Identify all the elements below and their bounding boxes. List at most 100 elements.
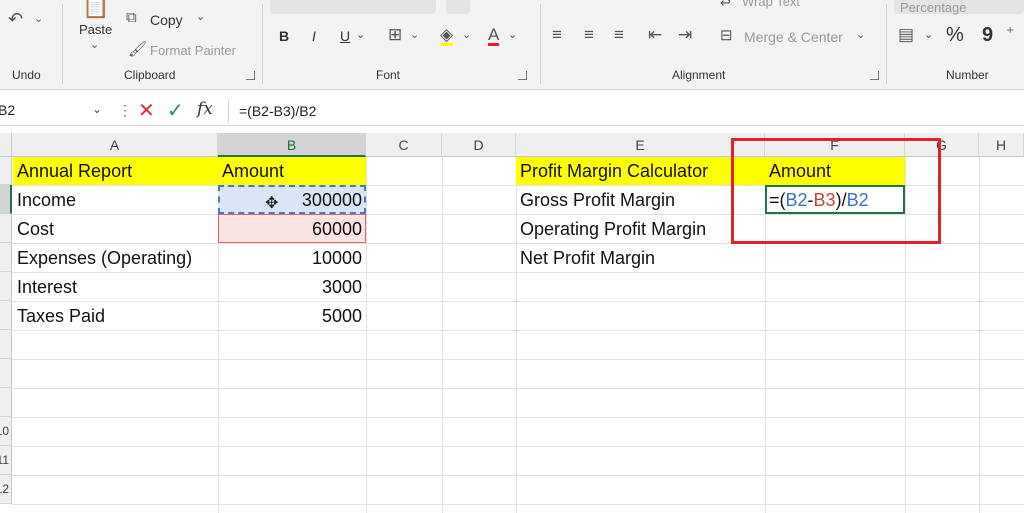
italic-button[interactable]: I bbox=[312, 28, 316, 44]
cell-b6[interactable]: 5000 bbox=[218, 302, 366, 330]
row-header[interactable]: 10 bbox=[0, 417, 12, 446]
number-group-label: Number bbox=[946, 68, 989, 82]
name-box[interactable]: B2 bbox=[0, 99, 106, 123]
wrap-text-button[interactable]: ↩ Wrap Text bbox=[720, 0, 820, 12]
row-header[interactable] bbox=[0, 243, 12, 272]
gridline bbox=[979, 157, 980, 513]
alignment-group-label: Alignment bbox=[672, 68, 726, 82]
borders-icon[interactable]: ⊞ bbox=[388, 26, 402, 43]
copy-icon: ⧉ bbox=[126, 9, 137, 26]
column-header-a[interactable]: A bbox=[12, 133, 218, 157]
gridline bbox=[12, 359, 1024, 360]
enter-check-icon[interactable]: ✓ bbox=[167, 98, 184, 123]
cell-e2[interactable]: Gross Profit Margin bbox=[516, 186, 765, 214]
row-header[interactable] bbox=[0, 301, 12, 330]
paste-dropdown-icon: ⌄ bbox=[90, 39, 100, 51]
select-all-corner[interactable] bbox=[0, 133, 12, 157]
align-right-icon[interactable]: ≡ bbox=[614, 26, 624, 43]
name-box-chevron-down-icon[interactable]: ⌄ bbox=[92, 102, 102, 116]
undo-icon[interactable]: ↶ bbox=[8, 10, 23, 28]
cell-b3[interactable]: 60000 bbox=[218, 215, 366, 243]
cell-e1[interactable]: Profit Margin Calculator bbox=[516, 157, 765, 185]
copy-button[interactable]: ⧉ Copy ⌄ bbox=[126, 8, 216, 30]
merge-center-dropdown-icon: ⌄ bbox=[856, 29, 866, 41]
wrap-text-label: Wrap Text bbox=[742, 0, 801, 9]
row-header[interactable] bbox=[0, 214, 12, 243]
row-header[interactable] bbox=[0, 359, 12, 388]
percent-style-button[interactable]: % bbox=[946, 24, 964, 47]
gridline bbox=[12, 417, 1024, 418]
clipboard-launcher-icon[interactable] bbox=[246, 71, 255, 80]
cell-a4[interactable]: Expenses (Operating) bbox=[13, 244, 218, 272]
group-separator bbox=[62, 4, 63, 84]
column-header-d[interactable]: D bbox=[442, 133, 516, 157]
fill-color-dropdown-icon[interactable]: ⌄ bbox=[462, 30, 471, 41]
column-header-b[interactable]: B bbox=[218, 133, 366, 157]
column-header-h[interactable]: H bbox=[979, 133, 1024, 157]
cell-e4[interactable]: Net Profit Margin bbox=[516, 244, 765, 272]
row-number: 12 bbox=[0, 482, 9, 496]
align-center-icon[interactable]: ≡ bbox=[584, 26, 594, 43]
row-number: 10 bbox=[0, 424, 9, 438]
clipboard-group-label: Clipboard bbox=[124, 68, 176, 82]
cell-a3[interactable]: Cost bbox=[13, 215, 218, 243]
font-launcher-icon[interactable] bbox=[518, 71, 527, 80]
bold-button[interactable]: B bbox=[279, 28, 289, 44]
gridline bbox=[442, 157, 443, 513]
paste-button[interactable]: 📋 Paste ⌄ bbox=[72, 0, 120, 60]
gridline bbox=[12, 475, 1024, 476]
undo-dropdown-icon[interactable]: ⌄ bbox=[34, 14, 43, 25]
ribbon: ↶ ⌄ Undo 📋 Paste ⌄ ⧉ Copy ⌄ 🖌 Format Pai… bbox=[0, 0, 1024, 90]
cell-a6[interactable]: Taxes Paid bbox=[13, 302, 218, 330]
copy-dropdown-icon: ⌄ bbox=[196, 11, 206, 23]
insert-function-icon[interactable]: fx bbox=[197, 99, 213, 119]
increase-decimal-icon[interactable]: ⁺ bbox=[1006, 26, 1014, 42]
cell-a2[interactable]: Income bbox=[13, 186, 218, 214]
format-painter-button[interactable]: 🖌 Format Painter bbox=[126, 40, 256, 62]
decrease-indent-icon[interactable]: ⇤ bbox=[648, 26, 662, 43]
cancel-icon[interactable]: ✕ bbox=[138, 98, 155, 123]
undo-group-label: Undo bbox=[12, 68, 41, 82]
formula-input[interactable]: =(B2-B3)/B2 bbox=[228, 99, 1024, 123]
increase-indent-icon[interactable]: ⇥ bbox=[678, 26, 692, 43]
align-left-icon[interactable]: ≡ bbox=[552, 26, 562, 43]
font-size-box[interactable] bbox=[446, 0, 470, 14]
gridline bbox=[12, 446, 1024, 447]
row-header[interactable] bbox=[0, 388, 12, 417]
cell-a5[interactable]: Interest bbox=[13, 273, 218, 301]
accounting-format-icon[interactable]: ▤ bbox=[898, 26, 914, 43]
row-header[interactable]: 12 bbox=[0, 475, 12, 504]
column-header-e[interactable]: E bbox=[516, 133, 765, 157]
cell-b4[interactable]: 10000 bbox=[218, 244, 366, 272]
cell-b1[interactable]: Amount bbox=[218, 157, 366, 185]
number-format-value: Percentage bbox=[900, 0, 967, 15]
number-format-box[interactable]: Percentage bbox=[894, 0, 1024, 15]
accounting-dropdown-icon[interactable]: ⌄ bbox=[924, 30, 933, 41]
comma-style-button[interactable]: 9 bbox=[982, 24, 993, 47]
row-header[interactable] bbox=[0, 330, 12, 359]
font-color-icon[interactable]: A bbox=[488, 26, 500, 46]
merge-center-button[interactable]: ⊟ Merge & Center ⌄ bbox=[720, 26, 870, 48]
column-header-c[interactable]: C bbox=[366, 133, 442, 157]
underline-dropdown-icon[interactable]: ⌄ bbox=[356, 30, 365, 41]
cell-b2[interactable]: 300000 bbox=[218, 186, 366, 214]
format-painter-icon: 🖌 bbox=[128, 41, 148, 58]
merge-center-label: Merge & Center bbox=[744, 29, 843, 45]
row-header[interactable] bbox=[0, 272, 12, 301]
row-header[interactable] bbox=[0, 185, 12, 214]
gridline bbox=[12, 388, 1024, 389]
group-separator bbox=[540, 4, 541, 84]
underline-button[interactable]: U bbox=[340, 28, 350, 44]
cell-b5[interactable]: 3000 bbox=[218, 273, 366, 301]
more-options-icon[interactable]: ⋮ bbox=[118, 102, 132, 119]
row-header[interactable] bbox=[0, 157, 12, 185]
borders-dropdown-icon[interactable]: ⌄ bbox=[410, 30, 419, 41]
font-name-box[interactable] bbox=[270, 0, 436, 14]
fill-color-icon[interactable]: ◈ bbox=[440, 26, 454, 46]
font-color-dropdown-icon[interactable]: ⌄ bbox=[508, 30, 517, 41]
alignment-launcher-icon[interactable] bbox=[870, 71, 879, 80]
cell-a1[interactable]: Annual Report bbox=[13, 157, 218, 185]
gridline bbox=[366, 157, 367, 513]
cell-e3[interactable]: Operating Profit Margin bbox=[516, 215, 765, 243]
row-header[interactable]: 11 bbox=[0, 446, 12, 475]
